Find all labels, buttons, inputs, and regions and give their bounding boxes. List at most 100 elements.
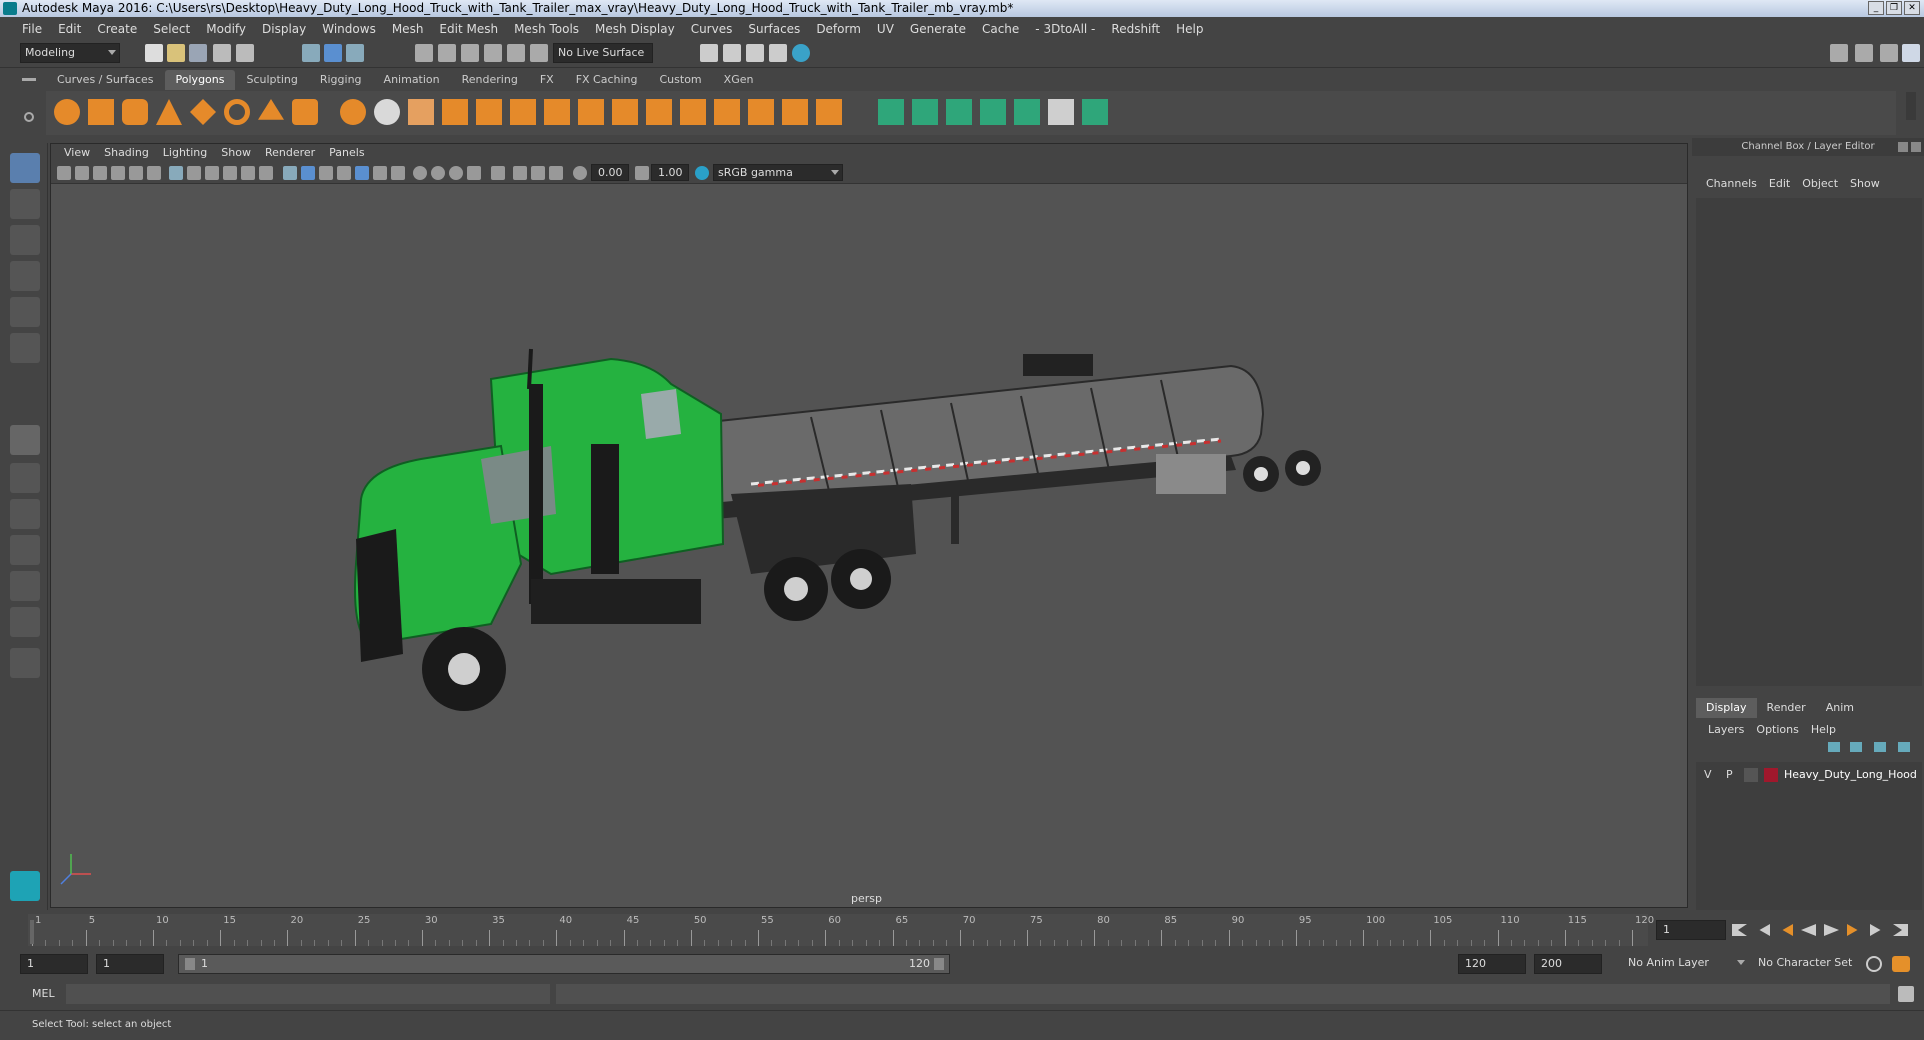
step-back-key-icon[interactable]: [1759, 924, 1770, 936]
shelf-tab-rigging[interactable]: Rigging: [309, 70, 373, 90]
poly-sphere-icon[interactable]: [54, 99, 80, 125]
menu-create[interactable]: Create: [89, 18, 145, 40]
outliner-layout-icon[interactable]: [10, 535, 40, 565]
uv-cylindrical-icon[interactable]: [912, 99, 938, 125]
shadows-icon[interactable]: [391, 166, 405, 180]
menu-mesh-tools[interactable]: Mesh Tools: [506, 18, 587, 40]
exposure-icon[interactable]: [573, 166, 587, 180]
script-language-toggle[interactable]: MEL: [20, 984, 64, 1004]
scale-tool-icon[interactable]: [10, 333, 40, 363]
paint-select-tool-icon[interactable]: [10, 225, 40, 255]
range-start-handle[interactable]: [185, 958, 195, 970]
viewport-menu-show[interactable]: Show: [214, 144, 258, 162]
modeling-toolkit-icon[interactable]: [1830, 44, 1848, 62]
menu-edit-mesh[interactable]: Edit Mesh: [431, 18, 506, 40]
auto-key-icon[interactable]: [1866, 956, 1882, 972]
channel-box-toggle-icon[interactable]: [1902, 44, 1920, 62]
camera-attributes-icon[interactable]: [75, 166, 89, 180]
uv-unfold-icon[interactable]: [1014, 99, 1040, 125]
shelf-tab-animation[interactable]: Animation: [373, 70, 451, 90]
menu-mesh[interactable]: Mesh: [384, 18, 432, 40]
bridge-icon[interactable]: [510, 99, 536, 125]
isolate-select-icon[interactable]: [491, 166, 505, 180]
poly-plane-icon[interactable]: [190, 99, 216, 125]
viewport-menu-view[interactable]: View: [57, 144, 97, 162]
maya-home-icon[interactable]: [10, 871, 40, 901]
select-hierarchy-icon[interactable]: [302, 44, 320, 62]
separate-icon[interactable]: [374, 99, 400, 125]
channel-menu-channels[interactable]: Channels: [1700, 174, 1763, 194]
gate-mask-icon[interactable]: [223, 166, 237, 180]
render-view-icon[interactable]: [792, 44, 810, 62]
multi-cut-icon[interactable]: [578, 99, 604, 125]
merge-icon[interactable]: [748, 99, 774, 125]
save-scene-icon[interactable]: [189, 44, 207, 62]
close-panel-icon[interactable]: [1911, 142, 1921, 152]
combine-icon[interactable]: [340, 99, 366, 125]
go-to-start-icon[interactable]: [1732, 924, 1747, 936]
range-slider-bar[interactable]: 1 120: [178, 954, 950, 974]
use-default-material-icon[interactable]: [319, 166, 333, 180]
menu-file[interactable]: File: [14, 18, 50, 40]
color-space-dropdown[interactable]: sRGB gamma: [713, 164, 843, 181]
depth-of-field-icon[interactable]: [467, 166, 481, 180]
play-forwards-icon[interactable]: [1824, 924, 1839, 936]
new-empty-layer-icon[interactable]: [1874, 742, 1886, 752]
motion-blur-icon[interactable]: [431, 166, 445, 180]
connect-icon[interactable]: [680, 99, 706, 125]
grease-pencil-icon[interactable]: [147, 166, 161, 180]
close-button[interactable]: ✕: [1904, 1, 1920, 15]
uv-automatic-icon[interactable]: [980, 99, 1006, 125]
two-pane-layout-icon[interactable]: [10, 499, 40, 529]
menu-modify[interactable]: Modify: [198, 18, 254, 40]
viewport-persp[interactable]: View Shading Lighting Show Renderer Pane…: [50, 143, 1688, 908]
magnet-icon[interactable]: [530, 44, 548, 62]
two-d-pan-icon[interactable]: [129, 166, 143, 180]
select-component-icon[interactable]: [346, 44, 364, 62]
viewport-menu-renderer[interactable]: Renderer: [258, 144, 322, 162]
menu-cache[interactable]: Cache: [974, 18, 1027, 40]
script-editor-icon[interactable]: [1898, 986, 1914, 1002]
live-surface-field[interactable]: No Live Surface: [553, 43, 653, 63]
play-backwards-icon[interactable]: [1801, 924, 1816, 936]
anti-aliasing-icon[interactable]: [449, 166, 463, 180]
wireframe-on-shaded-icon[interactable]: [337, 166, 351, 180]
redo-icon[interactable]: [236, 44, 254, 62]
channel-menu-object[interactable]: Object: [1796, 174, 1844, 194]
menu-edit[interactable]: Edit: [50, 18, 89, 40]
gamma-field[interactable]: 1.00: [651, 164, 689, 181]
layer-color-swatch[interactable]: [1764, 768, 1778, 782]
layer-menu-layers[interactable]: Layers: [1702, 720, 1750, 740]
shelf-settings-icon[interactable]: [24, 112, 34, 122]
poly-pipe-icon[interactable]: [292, 99, 318, 125]
smooth-shade-icon[interactable]: [301, 166, 315, 180]
tool-settings-icon[interactable]: [1880, 44, 1898, 62]
time-ruler[interactable]: 1 5 10 15 20 25 30 35 40 45 50 55 60 65 70 75 80 85 90 95 10…: [28, 914, 1654, 946]
target-weld-icon[interactable]: [612, 99, 638, 125]
exposure-field[interactable]: 0.00: [591, 164, 629, 181]
layer-tab-display[interactable]: Display: [1696, 698, 1757, 718]
command-input[interactable]: [66, 984, 550, 1004]
step-back-frame-icon[interactable]: [1782, 924, 1793, 936]
shelf-scroll-arrows[interactable]: [1906, 92, 1916, 120]
shelf-tab-custom[interactable]: Custom: [649, 70, 713, 90]
menu-mesh-display[interactable]: Mesh Display: [587, 18, 683, 40]
menu-uv[interactable]: UV: [869, 18, 902, 40]
animation-end-field[interactable]: 200: [1534, 954, 1602, 974]
float-panel-icon[interactable]: [1898, 142, 1908, 152]
uv-layout-icon[interactable]: [1082, 99, 1108, 125]
field-chart-icon[interactable]: [241, 166, 255, 180]
use-all-lights-icon[interactable]: [373, 166, 387, 180]
channel-menu-edit[interactable]: Edit: [1763, 174, 1796, 194]
custom-layout-icon[interactable]: [10, 648, 40, 678]
time-slider[interactable]: 1 5 10 15 20 25 30 35 40 45 50 55 60 65 70 75 80 85 90 95 10…: [0, 910, 1924, 950]
snap-view-icon[interactable]: [484, 44, 502, 62]
menu-surfaces[interactable]: Surfaces: [740, 18, 808, 40]
snap-curve-icon[interactable]: [438, 44, 456, 62]
bevel-icon[interactable]: [544, 99, 570, 125]
shelf-tab-xgen[interactable]: XGen: [713, 70, 765, 90]
shelf-tab-curves-surfaces[interactable]: Curves / Surfaces: [46, 70, 165, 90]
textured-icon[interactable]: [355, 166, 369, 180]
layer-visibility-toggle[interactable]: V: [1704, 766, 1712, 784]
undo-icon[interactable]: [213, 44, 231, 62]
